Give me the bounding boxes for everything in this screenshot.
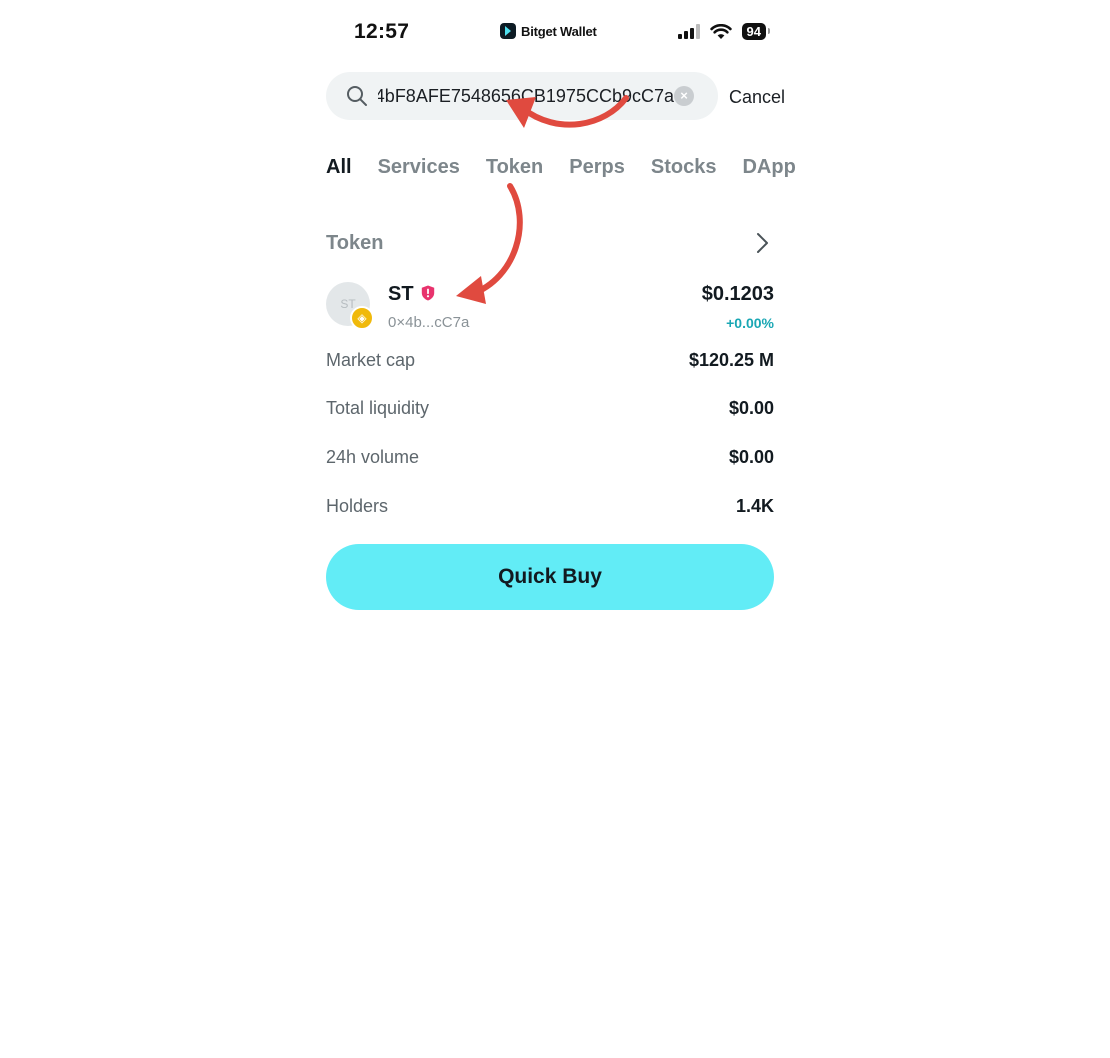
quick-buy-button[interactable]: Quick Buy [326,544,774,610]
stat-label: 24h volume [326,447,420,467]
tab-all[interactable]: All [326,156,352,179]
annotation-arrow-token [456,183,523,304]
search-icon [347,86,367,106]
tab-services[interactable]: Services [378,156,460,179]
search-screen: 12:57 Bitget Wallet 94 × Cancel All Serv… [300,0,810,1058]
status-bar: 12:57 Bitget Wallet 94 [300,0,810,64]
search-input[interactable] [378,72,674,120]
app-name: Bitget Wallet [521,23,597,39]
stat-holders: Holders 1.4K [326,496,774,522]
battery-indicator: 94 [741,23,771,40]
cellular-signal-icon [677,24,700,39]
stat-label: Total liquidity [326,398,430,418]
stat-label: Market cap [326,350,416,370]
bnb-chain-icon: ◈ [350,306,374,330]
stat-label: Holders [326,496,389,516]
stat-value: $120.25 M [688,350,774,370]
stat-market-cap: Market cap $120.25 M [326,350,774,376]
tabs-overflow-mask [798,150,810,190]
token-symbol: ST [388,283,414,305]
stat-value: 1.4K [735,496,774,516]
search-bar[interactable]: × [326,72,718,120]
tab-perps[interactable]: Perps [569,156,625,179]
app-brand: Bitget Wallet [500,23,597,39]
tab-stocks[interactable]: Stocks [651,156,717,179]
stat-total-liquidity: Total liquidity $0.00 [326,398,774,424]
bitget-logo-icon [500,23,516,39]
chevron-right-icon[interactable] [752,232,772,254]
stat-value: $0.00 [728,447,774,467]
stat-24h-volume: 24h volume $0.00 [326,447,774,473]
token-price: $0.1203 [701,283,774,305]
status-time: 12:57 [354,20,410,43]
wifi-icon [709,23,732,39]
section-title: Token [326,232,384,254]
token-address: 0×4b...cC7a [388,314,470,331]
clear-search-icon[interactable]: × [674,86,694,106]
stat-value: $0.00 [728,398,774,418]
category-tabs: All Services Token Perps Stocks DApp [326,156,796,179]
cancel-button[interactable]: Cancel [729,87,785,108]
tab-token[interactable]: Token [486,156,543,179]
token-price-change: +0.00% [726,315,774,331]
tab-dapp[interactable]: DApp [742,156,795,179]
system-indicators: 94 [677,23,771,40]
risk-shield-icon [421,285,435,301]
